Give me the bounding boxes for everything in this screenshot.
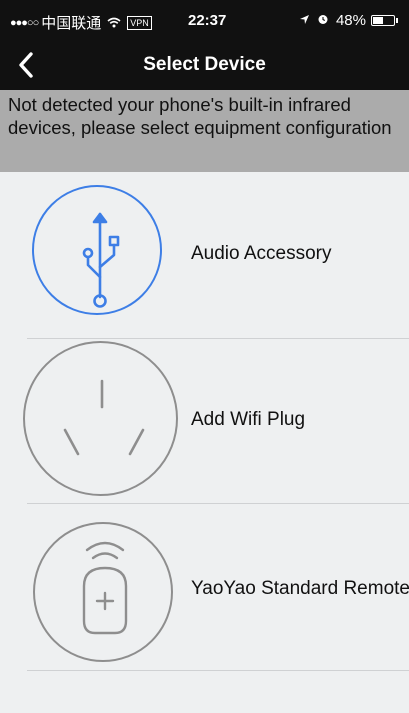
battery-fill [373, 17, 383, 24]
infrared-not-detected-notice: Not detected your phone's built-in infra… [0, 90, 409, 172]
select-device-screen: ●●●○○ 中国联通 VPN 22:37 48% Select Device N… [0, 0, 409, 713]
device-item-audio-accessory[interactable]: Audio Accessory [0, 172, 409, 339]
usb-icon [82, 212, 120, 308]
battery-percentage: 48% [335, 12, 366, 29]
battery-tip [396, 18, 398, 23]
wifi-plug-icon-circle [23, 341, 178, 496]
wifi-plug-icon [63, 379, 145, 456]
audio-accessory-icon-circle [32, 185, 162, 315]
list-divider [27, 670, 409, 671]
remote-icon-circle [33, 522, 173, 662]
device-label: Add Wifi Plug [191, 409, 306, 430]
status-time: 22:37 [188, 12, 227, 29]
remote-add-icon [82, 541, 128, 635]
wifi-icon [107, 15, 121, 31]
device-label: Audio Accessory [191, 243, 332, 264]
status-right: 48% [299, 12, 398, 29]
alarm-icon [317, 13, 329, 28]
navigation-bar: Select Device [0, 40, 409, 90]
device-label: YaoYao Standard Remote [191, 578, 409, 599]
page-title: Select Device [143, 54, 266, 75]
signal-strength: ●●●○○ [10, 16, 39, 29]
device-item-yaoyao-standard-remote[interactable]: YaoYao Standard Remote [0, 504, 409, 671]
location-arrow-icon [299, 13, 310, 28]
status-left: ●●●○○ 中国联通 VPN [10, 12, 160, 33]
device-item-add-wifi-plug[interactable]: Add Wifi Plug [0, 339, 409, 504]
vpn-badge: VPN [127, 15, 152, 30]
battery-icon [371, 15, 398, 26]
carrier-name: 中国联通 [41, 15, 102, 32]
status-bar: ●●●○○ 中国联通 VPN 22:37 48% [0, 0, 409, 40]
